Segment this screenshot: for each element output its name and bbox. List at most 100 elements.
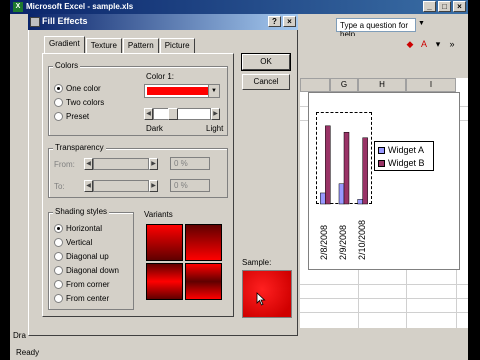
radio-dot (54, 224, 63, 233)
radio-horizontal[interactable]: Horizontal (54, 224, 102, 233)
column-header-g[interactable]: G (330, 78, 358, 92)
variant-1[interactable] (146, 224, 183, 261)
color1-dropdown[interactable]: ▼ (144, 84, 220, 98)
tab-pattern[interactable]: Pattern (122, 38, 159, 53)
legend-label-a: Widget A (388, 145, 425, 155)
close-button[interactable]: × (453, 1, 466, 12)
radio-dot (54, 294, 63, 303)
legend-swatch-a (378, 146, 385, 154)
dialog-title: Fill Effects (42, 16, 88, 26)
radio-label: From corner (66, 280, 110, 289)
shade-right-arrow[interactable]: ▶ (211, 108, 220, 120)
to-left-arrow[interactable]: ◀ (84, 180, 93, 192)
radio-dot (54, 84, 63, 93)
chart-bars (320, 125, 368, 205)
transparency-group-title: Transparency (53, 143, 106, 152)
shade-left-arrow[interactable]: ◀ (144, 108, 153, 120)
sample-label: Sample: (242, 258, 272, 267)
ok-button[interactable]: OK (241, 53, 291, 71)
to-right-arrow[interactable]: ▶ (149, 180, 158, 192)
tab-picture[interactable]: Picture (159, 38, 195, 53)
color1-label: Color 1: (146, 72, 175, 81)
help-search-input[interactable]: Type a question for help (336, 18, 416, 39)
maximize-button[interactable]: □ (438, 1, 451, 12)
radio-dot (54, 98, 63, 107)
radio-label: Diagonal up (66, 252, 109, 261)
fill-color-icon[interactable]: ◆ (404, 38, 416, 50)
minimize-button[interactable]: _ (423, 1, 436, 12)
variant-4[interactable] (185, 263, 222, 300)
bar-widget-b-0[interactable] (325, 125, 331, 205)
from-left-arrow[interactable]: ◀ (84, 158, 93, 170)
from-right-arrow[interactable]: ▶ (149, 158, 158, 170)
radio-label: Preset (66, 112, 90, 121)
radio-label: One color (66, 84, 101, 93)
radio-label: Diagonal down (66, 266, 119, 275)
cancel-button[interactable]: Cancel (242, 74, 290, 90)
bar-widget-b-2[interactable] (362, 137, 368, 205)
dropdown-icon[interactable]: ▾ (432, 38, 444, 50)
to-slider[interactable] (93, 180, 149, 192)
from-slider[interactable] (93, 158, 149, 170)
tab-gradient[interactable]: Gradient (44, 36, 85, 53)
radio-dot (54, 112, 63, 121)
dialog-icon (30, 17, 40, 27)
status-bar: Ready (10, 346, 468, 360)
legend-item-widget-b: Widget B (378, 158, 425, 168)
variant-2[interactable] (185, 224, 222, 261)
tab-texture[interactable]: Texture (85, 38, 122, 53)
radio-dot (54, 280, 63, 289)
dialog-close-button[interactable]: × (283, 16, 296, 27)
bar-widget-a-2[interactable] (357, 199, 363, 205)
column-header-i[interactable]: I (406, 78, 456, 92)
excel-left-strip (10, 14, 30, 344)
bar-widget-b-1[interactable] (343, 131, 350, 205)
radio-two-colors[interactable]: Two colors (54, 98, 104, 107)
radio-dot (54, 252, 63, 261)
dialog-tabs: Gradient Texture Pattern Picture (44, 36, 196, 54)
category-label-2: 2/10/2008 (356, 219, 367, 260)
color1-swatch (147, 87, 209, 95)
radio-diagonal-up[interactable]: Diagonal up (54, 252, 109, 261)
colors-group-title: Colors (53, 61, 81, 70)
chevron-down-icon: ▼ (208, 85, 219, 97)
variants-label: Variants (144, 210, 173, 219)
column-header-h[interactable]: H (358, 78, 406, 92)
mouse-cursor-icon (256, 292, 266, 306)
column-header-f[interactable] (300, 78, 330, 92)
radio-diagonal-down[interactable]: Diagonal down (54, 266, 119, 275)
bar-widget-a-0[interactable] (320, 192, 326, 205)
shade-slider-track[interactable] (153, 108, 211, 120)
variant-3[interactable] (146, 263, 183, 300)
letterbox-right (468, 0, 480, 360)
from-spin-input[interactable]: 0 % (170, 157, 210, 170)
radio-preset[interactable]: Preset (54, 112, 89, 121)
chart-legend[interactable]: Widget A Widget B (374, 141, 434, 171)
help-button[interactable]: ? (268, 16, 281, 27)
to-spin-input[interactable]: 0 % (170, 179, 210, 192)
radio-label: Vertical (66, 238, 93, 247)
shading-group-title: Shading styles (53, 207, 110, 216)
sample-preview (242, 270, 292, 318)
font-color-icon[interactable]: A (418, 38, 430, 50)
sheet-tab-area (300, 328, 468, 344)
category-label-1: 2/9/2008 (338, 224, 348, 260)
radio-from-center[interactable]: From center (54, 294, 109, 303)
toolbar-more-icon[interactable]: » (446, 38, 458, 50)
legend-label-b: Widget B (388, 158, 425, 168)
chevron-down-icon[interactable]: ▼ (418, 20, 425, 27)
legend-swatch-b (378, 159, 385, 167)
radio-from-corner[interactable]: From corner (54, 280, 110, 289)
radio-dot (54, 238, 63, 247)
dialog-title-bar: Fill Effects ? × (28, 14, 298, 30)
radio-label: Horizontal (66, 224, 103, 233)
radio-one-color[interactable]: One color (54, 84, 101, 93)
dark-label: Dark (146, 124, 163, 133)
excel-title: Microsoft Excel - sample.xls (26, 2, 134, 11)
legend-item-widget-a: Widget A (378, 145, 424, 155)
shade-slider-thumb[interactable] (168, 108, 178, 120)
to-label: To: (54, 182, 65, 191)
radio-vertical[interactable]: Vertical (54, 238, 92, 247)
bar-widget-a-1[interactable] (338, 183, 345, 205)
light-label: Light (206, 124, 224, 133)
